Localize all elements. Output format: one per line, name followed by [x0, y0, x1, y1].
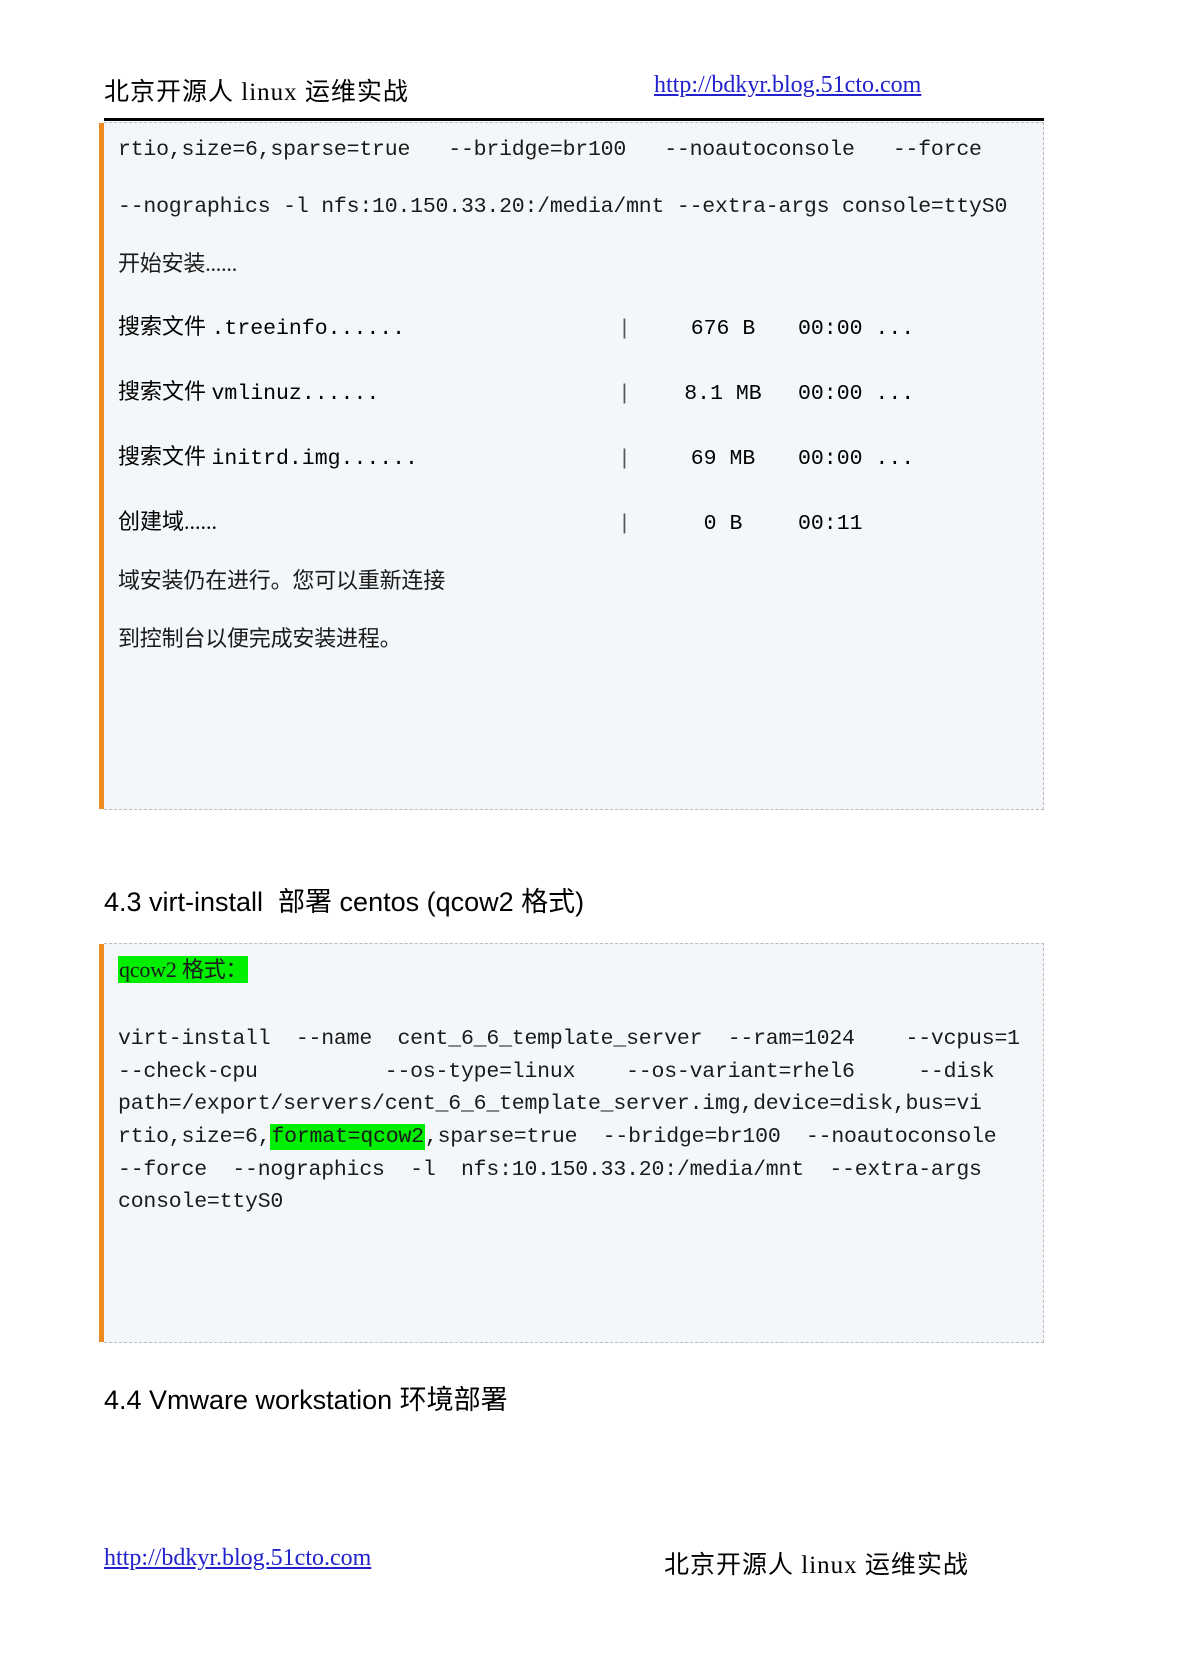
- header-divider: [104, 118, 1044, 121]
- progress-bar-glyph: |: [618, 382, 631, 407]
- progress-size: 0 B: [703, 512, 743, 537]
- progress-label-cn: 搜索文件: [118, 314, 207, 340]
- code-line-with-highlight: rtio,size=6,format=qcow2,sparse=true --b…: [118, 1124, 1029, 1151]
- code-line: --force --nographics -l nfs:10.150.33.20…: [118, 1157, 982, 1182]
- progress-label-file: .treeinfo......: [211, 317, 406, 342]
- qcow2-format-label-wrap: qcow2 格式：: [118, 956, 1029, 983]
- code-line: 开始安装......: [118, 251, 238, 277]
- heading-4-3: 4.3 virt-install 部署 centos (qcow2 格式): [104, 887, 585, 917]
- progress-bar-glyph: |: [618, 317, 631, 342]
- code-line: rtio,size=6,sparse=true --bridge=br100 -…: [118, 138, 982, 162]
- progress-time: 00:00 ...: [798, 317, 915, 342]
- progress-row: 搜索文件 .treeinfo...... | 676 B 00:00 ...: [118, 309, 1029, 341]
- footer-link[interactable]: http://bdkyr.blog.51cto.com: [104, 1545, 371, 1572]
- progress-time: 00:00 ...: [798, 382, 915, 407]
- code-line: 域安装仍在进行。您可以重新连接: [118, 568, 446, 594]
- progress-label-cn: 创建域......: [118, 509, 218, 535]
- progress-label: 创建域......: [118, 504, 618, 536]
- page-footer: http://bdkyr.blog.51cto.com 北京开源人 linux …: [104, 1545, 1044, 1585]
- progress-label-file: vmlinuz......: [211, 382, 380, 407]
- qcow2-format-label: qcow2 格式：: [118, 956, 249, 983]
- code-segment-pre: rtio,size=6,: [118, 1125, 271, 1150]
- page-header: 北京开源人 linux 运维实战 http://bdkyr.blog.51cto…: [104, 72, 1044, 116]
- progress-bar-glyph: |: [618, 512, 631, 537]
- code-block-install-output: rtio,size=6,sparse=true --bridge=br100 -…: [99, 122, 1044, 810]
- progress-bar-glyph: |: [618, 447, 631, 472]
- progress-label: 搜索文件 vmlinuz......: [118, 374, 618, 406]
- progress-label-cn: 搜索文件: [118, 379, 207, 405]
- code-line: virt-install --name cent_6_6_template_se…: [118, 1027, 1020, 1052]
- code-line: --check-cpu --os-type=linux --os-variant…: [118, 1059, 995, 1084]
- code-segment-post: ,sparse=true --bridge=br100 --noautocons…: [424, 1125, 997, 1150]
- code-line: console=ttyS0: [118, 1190, 284, 1215]
- progress-label: 搜索文件 initrd.img......: [118, 439, 618, 471]
- progress-label-cn: 搜索文件: [118, 444, 207, 470]
- footer-title: 北京开源人 linux 运维实战: [664, 1552, 969, 1579]
- progress-size: 69 MB: [690, 447, 756, 472]
- code-line: --nographics -l nfs:10.150.33.20:/media/…: [118, 194, 1008, 219]
- progress-size: 676 B: [690, 317, 756, 342]
- code-block-qcow2-command: qcow2 格式： virt-install --name cent_6_6_t…: [99, 943, 1044, 1343]
- progress-time: 00:00 ...: [798, 447, 915, 472]
- header-title: 北京开源人 linux 运维实战: [104, 79, 409, 106]
- progress-label-file: initrd.img......: [211, 447, 418, 472]
- heading-4-4: 4.4 Vmware workstation 环境部署: [104, 1385, 508, 1415]
- code-line: path=/export/servers/cent_6_6_template_s…: [118, 1092, 982, 1117]
- progress-size: 8.1 MB: [684, 382, 762, 407]
- progress-time: 00:11: [798, 512, 863, 537]
- progress-row: 创建域...... | 0 B 00:11: [118, 504, 1029, 536]
- format-qcow2-highlight: format=qcow2: [270, 1124, 425, 1151]
- progress-row: 搜索文件 vmlinuz...... | 8.1 MB 00:00 ...: [118, 374, 1029, 406]
- header-link[interactable]: http://bdkyr.blog.51cto.com: [654, 72, 921, 99]
- progress-row: 搜索文件 initrd.img...... | 69 MB 00:00 ...: [118, 439, 1029, 471]
- progress-label: 搜索文件 .treeinfo......: [118, 309, 618, 341]
- document-page: 北京开源人 linux 运维实战 http://bdkyr.blog.51cto…: [0, 0, 1184, 1674]
- code-line: 到控制台以便完成安装进程。: [118, 625, 402, 651]
